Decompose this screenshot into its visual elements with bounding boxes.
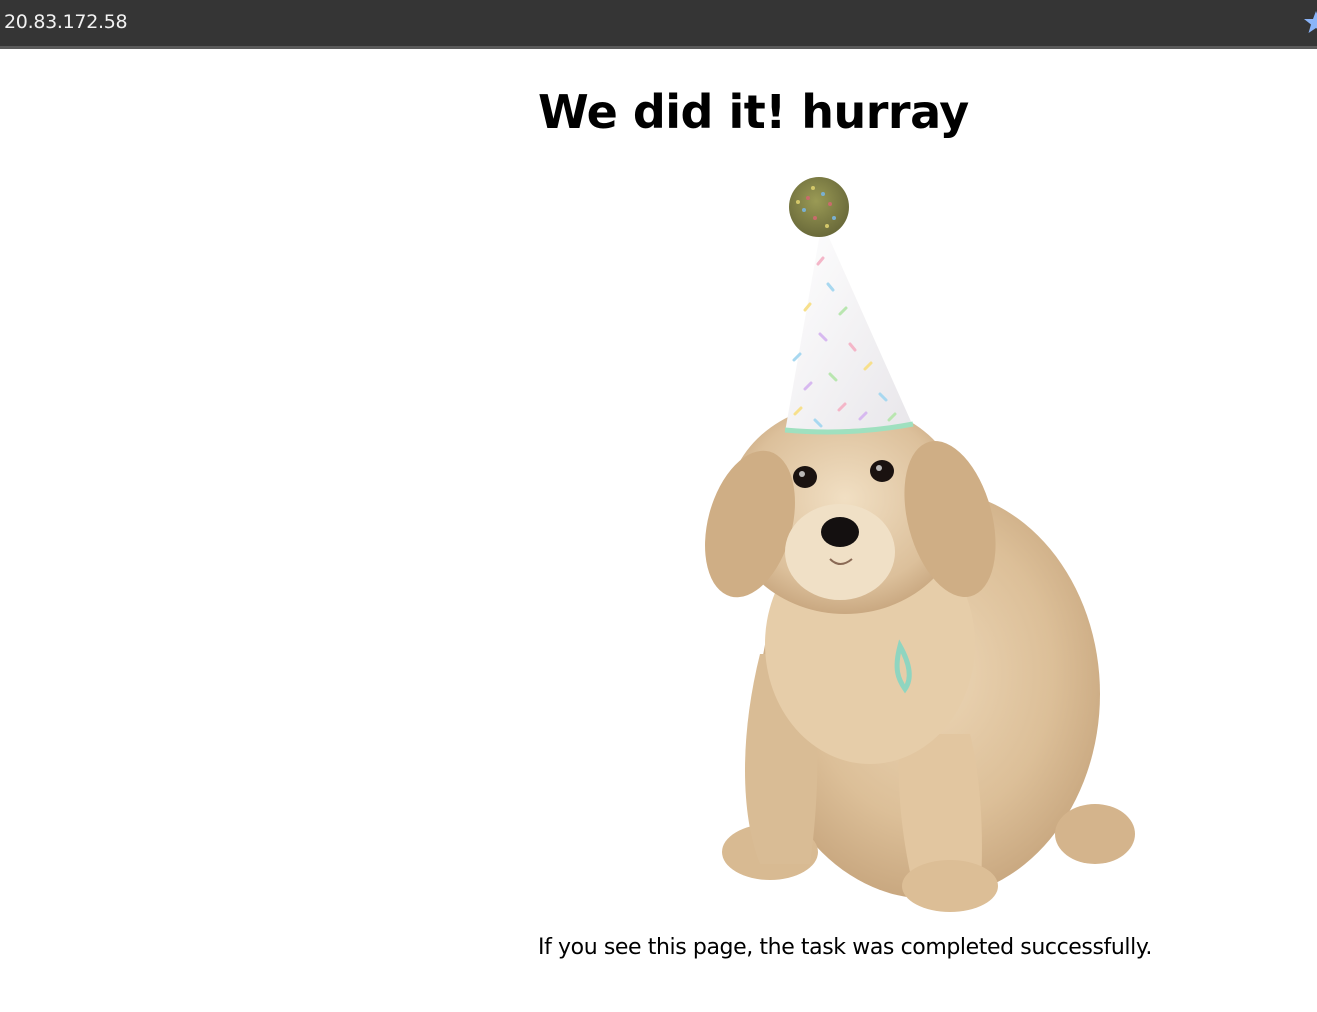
party-dog-image [700,174,1160,914]
page-content: We did it! hurray If you see this page, … [0,49,1317,1012]
success-caption: If you see this page, the task was compl… [538,935,1152,960]
bookmark-star-icon[interactable] [1303,10,1317,34]
page-heading: We did it! hurray [538,85,969,139]
browser-address-bar[interactable]: 20.83.172.58 [0,0,1317,49]
url-text[interactable]: 20.83.172.58 [4,11,128,33]
